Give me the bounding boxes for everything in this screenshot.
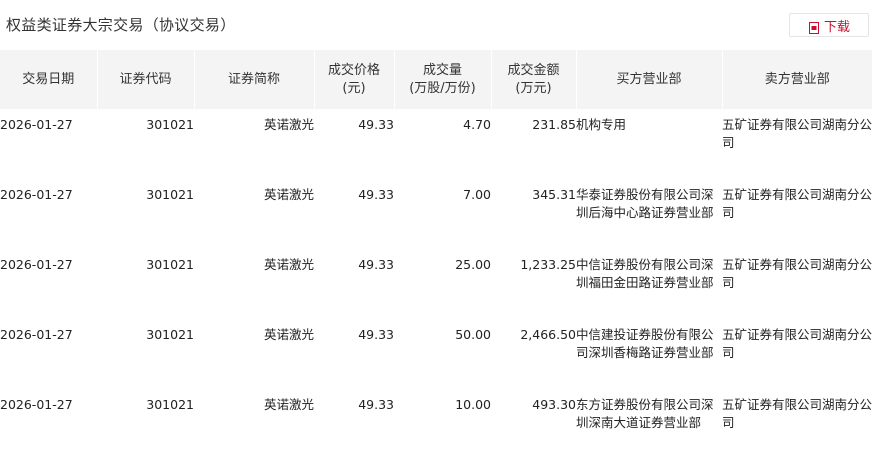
cell-buyer: 中信建投证券股份有限公司深圳香梅路证券营业部: [576, 327, 714, 360]
column-header-label: 成交量: [422, 62, 462, 78]
cell-volume: 4.70: [463, 117, 491, 132]
cell-price: 49.33: [358, 327, 394, 342]
table-row: 2026-01-27 301021 英诺激光 49.33 25.00 1,233.25 中信…: [0, 249, 872, 319]
column-header-label: 成交价格: [327, 62, 380, 78]
cell-date: 2026-01-27: [0, 117, 73, 132]
column-header-volume: 成交量 (万股/万份): [394, 50, 492, 109]
column-header-unit: (万股/万份): [409, 80, 476, 96]
cell-seller: 五矿证券有限公司湖南分公司: [722, 117, 872, 150]
cell-date: 2026-01-27: [0, 397, 73, 412]
table-row: 2026-01-27 301021 英诺激光 49.33 10.00 493.30 东方证券…: [0, 389, 872, 459]
cell-seller: 五矿证券有限公司湖南分公司: [722, 187, 872, 220]
column-header-label: 成交金额: [507, 62, 560, 78]
column-header-label: 卖方营业部: [764, 71, 830, 87]
cell-code: 301021: [146, 187, 194, 202]
cell-price: 49.33: [358, 117, 394, 132]
cell-name: 英诺激光: [263, 187, 314, 202]
download-label: 下载: [823, 19, 850, 35]
cell-amount: 345.31: [532, 187, 576, 202]
column-header-unit: (元): [342, 80, 366, 96]
cell-code: 301021: [146, 397, 194, 412]
cell-seller: 五矿证券有限公司湖南分公司: [722, 397, 872, 430]
column-header-buyer: 买方营业部: [576, 50, 723, 109]
cell-amount: 1,233.25: [520, 257, 576, 272]
cell-amount: 493.30: [532, 397, 576, 412]
cell-code: 301021: [146, 257, 194, 272]
cell-volume: 25.00: [455, 257, 491, 272]
table-row: 2026-01-27 301021 英诺激光 49.33 50.00 2,466.50 中信…: [0, 319, 872, 389]
table-row: 2026-01-27 301021 英诺激光 49.33 4.70 231.85 机构专用 五…: [0, 109, 872, 179]
cell-name: 英诺激光: [263, 117, 314, 132]
column-header-amount: 成交金额 (万元): [491, 50, 577, 109]
cell-code: 301021: [146, 117, 194, 132]
block-trade-page: 权益类证券大宗交易（协议交易） 下载 交易日期 证券代码 证券简称 成交价格 (元) 成交…: [0, 0, 872, 462]
cell-date: 2026-01-27: [0, 257, 73, 272]
cell-buyer: 华泰证券股份有限公司深圳后海中心路证券营业部: [576, 187, 714, 220]
column-header-label: 交易日期: [22, 71, 75, 87]
cell-seller: 五矿证券有限公司湖南分公司: [722, 257, 872, 290]
column-header-label: 证券简称: [227, 71, 280, 87]
cell-date: 2026-01-27: [0, 187, 73, 202]
page-title: 权益类证券大宗交易（协议交易）: [6, 16, 236, 34]
block-trade-table: 交易日期 证券代码 证券简称 成交价格 (元) 成交量 (万股/万份) 成交金额 (万元) 买方营…: [0, 50, 872, 459]
column-header-code: 证券代码: [97, 50, 195, 109]
cell-amount: 2,466.50: [520, 327, 576, 342]
cell-name: 英诺激光: [263, 257, 314, 272]
column-header-unit: (万元): [515, 80, 552, 96]
column-header-price: 成交价格 (元): [314, 50, 395, 109]
column-header-date: 交易日期: [0, 50, 98, 109]
cell-name: 英诺激光: [263, 327, 314, 342]
column-header-name: 证券简称: [194, 50, 315, 109]
table-row: 2026-01-27 301021 英诺激光 49.33 7.00 345.31 华泰证券股…: [0, 179, 872, 249]
column-header-label: 买方营业部: [616, 71, 682, 87]
column-header-seller: 卖方营业部: [722, 50, 872, 109]
cell-buyer: 中信证券股份有限公司深圳福田金田路证券营业部: [576, 257, 714, 290]
pdf-download-icon: [808, 19, 820, 34]
cell-price: 49.33: [358, 257, 394, 272]
cell-code: 301021: [146, 327, 194, 342]
cell-price: 49.33: [358, 397, 394, 412]
cell-date: 2026-01-27: [0, 327, 73, 342]
cell-name: 英诺激光: [263, 397, 314, 412]
cell-volume: 7.00: [463, 187, 491, 202]
title-bar: 权益类证券大宗交易（协议交易） 下载: [0, 0, 872, 50]
cell-volume: 10.00: [455, 397, 491, 412]
cell-seller: 五矿证券有限公司湖南分公司: [722, 327, 872, 360]
cell-buyer: 机构专用: [576, 117, 627, 132]
cell-volume: 50.00: [455, 327, 491, 342]
table-body: 2026-01-27 301021 英诺激光 49.33 4.70 231.85 机构专用五…: [0, 109, 872, 459]
table-header-row: 交易日期 证券代码 证券简称 成交价格 (元) 成交量 (万股/万份) 成交金额 (万元) 买方营…: [0, 50, 872, 109]
download-button[interactable]: 下载: [789, 13, 869, 37]
cell-buyer: 东方证券股份有限公司深圳深南大道证券营业部: [576, 397, 714, 430]
cell-price: 49.33: [358, 187, 394, 202]
cell-amount: 231.85: [532, 117, 576, 132]
column-header-label: 证券代码: [119, 71, 172, 87]
